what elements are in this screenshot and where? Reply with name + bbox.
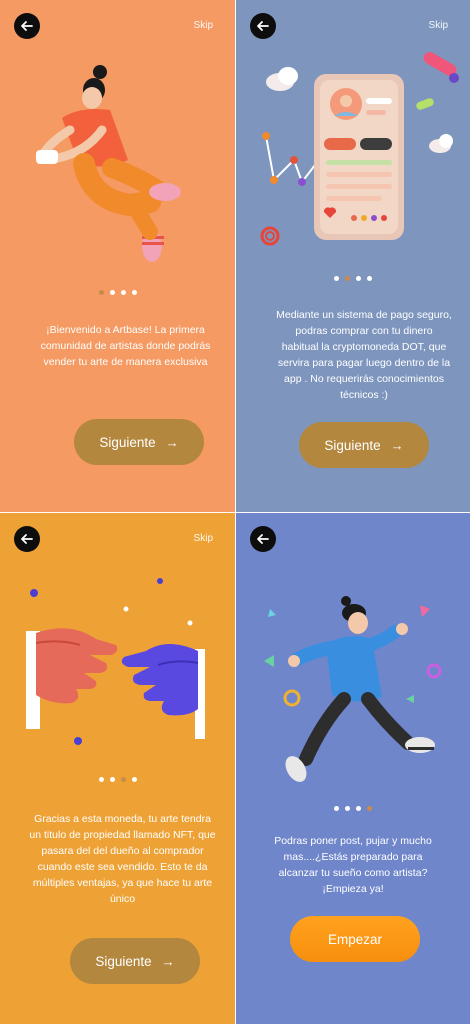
page-dot xyxy=(367,806,372,811)
page-dot xyxy=(356,276,361,281)
next-button[interactable]: Siguiente → xyxy=(70,938,200,984)
page-dot xyxy=(98,777,104,782)
onboarding-screen-2: Skip Mediante un sistema de pago seguro,… xyxy=(236,0,470,512)
page-dot xyxy=(120,290,126,295)
page-dot xyxy=(345,276,350,281)
page-dot xyxy=(109,777,115,782)
arrow-right-icon: → xyxy=(161,953,175,969)
onboarding-description: Podras poner post, pujar y mucho mas....… xyxy=(274,835,432,895)
onboarding-screen-3: Skip Gracias a esta moneda, tu arte tend… xyxy=(0,513,235,1024)
next-button[interactable]: Siguiente → xyxy=(299,422,429,468)
hands-illustration xyxy=(26,578,205,745)
page-dot xyxy=(356,806,361,811)
next-button-label: Siguiente xyxy=(99,434,156,450)
page-indicator xyxy=(0,290,235,295)
running-man-illustration xyxy=(264,596,442,782)
onboarding-description: Gracias a esta moneda, tu arte tendra un… xyxy=(29,813,216,905)
next-button-label: Siguiente xyxy=(95,953,152,969)
page-indicator xyxy=(0,777,235,782)
start-button[interactable]: Empezar xyxy=(290,916,420,962)
onboarding-screen-4: Podras poner post, pujar y mucho mas....… xyxy=(236,513,470,1024)
start-button-label: Empezar xyxy=(327,931,383,947)
page-indicator xyxy=(236,806,470,811)
page-dot xyxy=(334,276,339,281)
phone-app-illustration xyxy=(260,52,459,246)
arrow-right-icon: → xyxy=(390,437,404,453)
page-dot xyxy=(131,777,137,782)
onboarding-description: ¡Bienvenido a Artbase! La primera comuni… xyxy=(40,324,211,368)
page-dot xyxy=(367,276,372,281)
page-dot xyxy=(131,290,137,295)
arrow-right-icon: → xyxy=(165,434,179,450)
onboarding-description: Mediante un sistema de pago seguro, podr… xyxy=(276,309,452,401)
next-button[interactable]: Siguiente → xyxy=(74,419,204,465)
onboarding-screen-1: Skip ¡Bienvenido a Artbase! La primera c… xyxy=(0,0,235,512)
page-dot xyxy=(109,290,115,295)
page-dot xyxy=(98,290,104,295)
floating-woman-illustration xyxy=(36,65,181,262)
page-dot xyxy=(345,806,350,811)
next-button-label: Siguiente xyxy=(324,437,381,453)
page-indicator xyxy=(236,276,470,281)
page-dot xyxy=(334,806,339,811)
page-dot xyxy=(120,777,126,782)
